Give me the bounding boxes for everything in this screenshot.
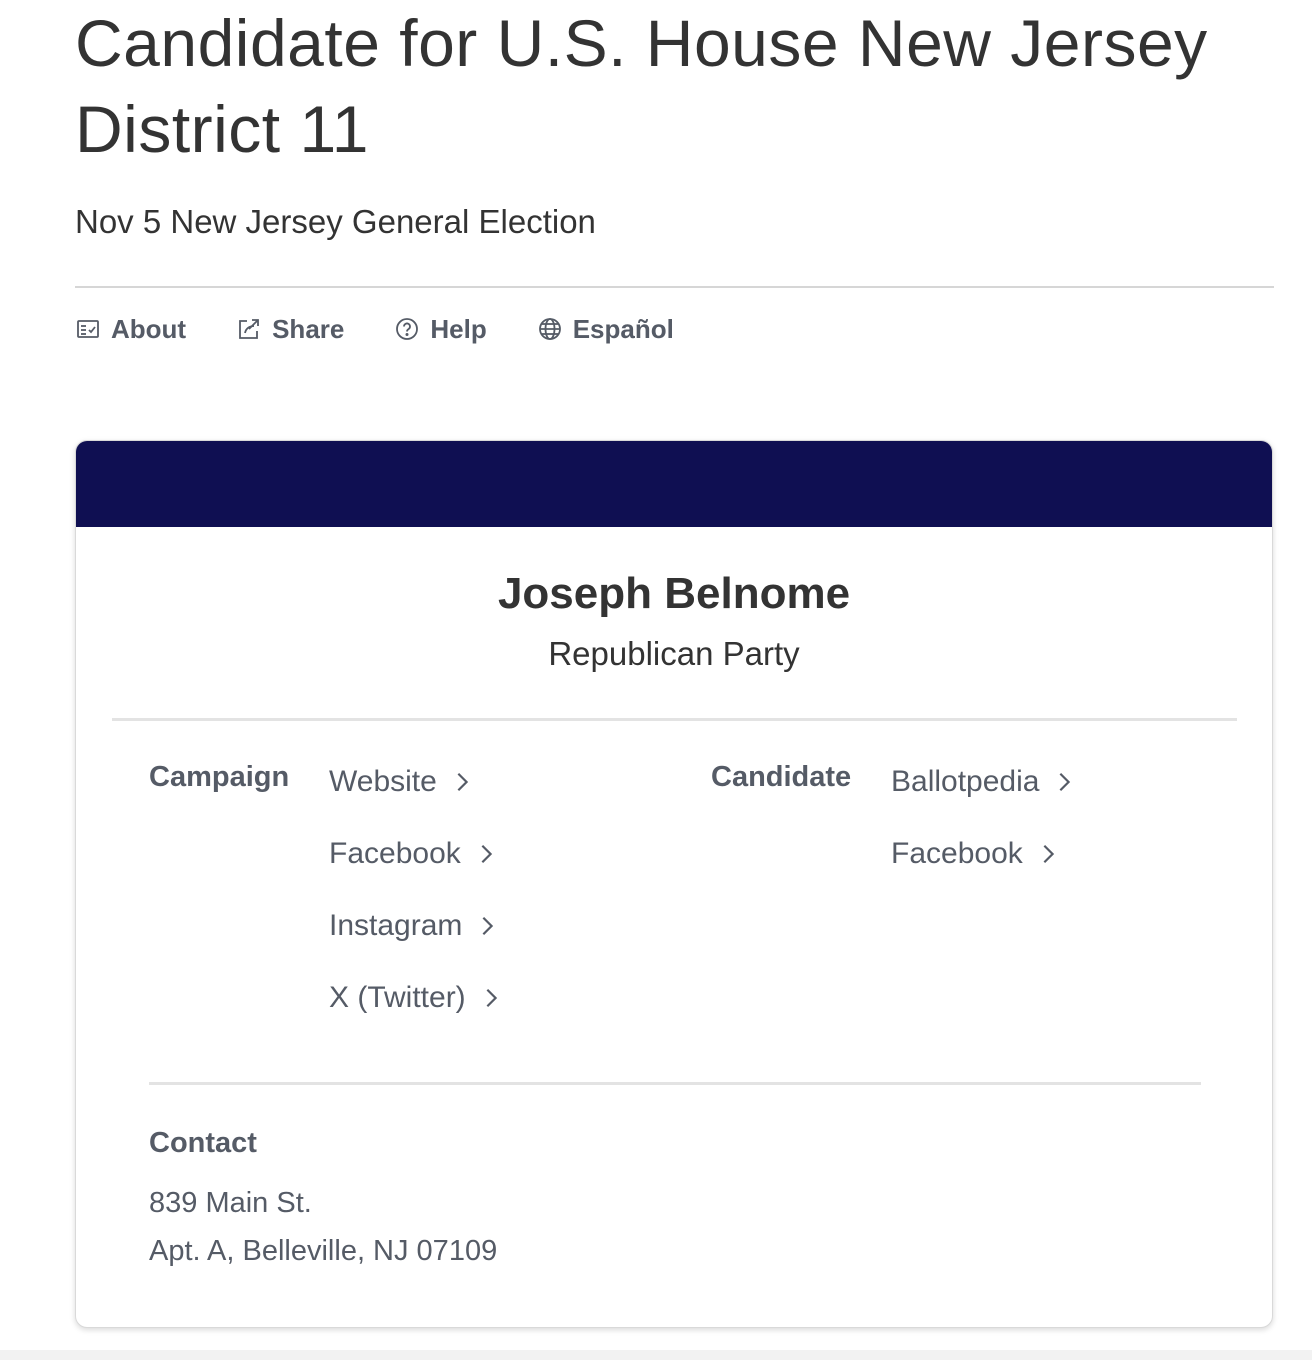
page: Candidate for U.S. House New Jersey Dist… [0,0,1312,1360]
candidate-ballotpedia-link[interactable]: Ballotpedia [891,761,1075,803]
candidate-card: Joseph Belnome Republican Party Campaign… [75,440,1273,1328]
campaign-facebook-link[interactable]: Facebook [329,833,502,875]
chevron-right-icon [480,987,502,1009]
globe-icon [537,316,563,342]
card-header [76,441,1272,527]
share-label: Share [272,313,345,344]
link-label: Instagram [329,909,463,942]
help-button[interactable]: Help [394,313,487,345]
campaign-twitter-link[interactable]: X (Twitter) [329,977,502,1019]
campaign-label: Campaign [149,761,290,793]
about-label: About [111,313,187,344]
candidate-label: Candidate [711,761,852,793]
page-title: Candidate for U.S. House New Jersey Dist… [75,6,1208,166]
divider [112,718,1237,721]
campaign-instagram-link[interactable]: Instagram [329,905,502,947]
checklist-icon [75,316,101,342]
campaign-link-list: Website Facebook Instagram X (Twitter) [329,761,502,1049]
contact-label: Contact [149,1127,257,1159]
candidate-party: Republican Party [548,635,800,672]
toolbar: About Share Help Español [75,310,724,348]
chevron-right-icon [1037,843,1059,865]
about-button[interactable]: About [75,314,186,345]
language-label: Español [572,313,674,344]
question-circle-icon [394,316,420,342]
divider [149,1082,1201,1085]
share-icon [236,316,262,342]
divider [75,286,1274,288]
link-label: Ballotpedia [891,765,1040,798]
link-label: X (Twitter) [329,981,466,1014]
page-bottom-strip [0,1350,1312,1360]
contact-address-line2: Apt. A, Belleville, NJ 07109 [149,1235,498,1267]
candidate-facebook-link[interactable]: Facebook [891,833,1075,875]
candidate-name: Joseph Belnome [497,569,851,618]
chevron-right-icon [475,843,497,865]
chevron-right-icon [451,771,473,793]
candidate-link-list: Ballotpedia Facebook [891,761,1075,905]
link-label: Website [329,765,437,798]
help-label: Help [430,313,487,344]
chevron-right-icon [476,915,498,937]
contact-address-line1: 839 Main St. [149,1187,312,1219]
page-subtitle: Nov 5 New Jersey General Election [75,203,596,240]
link-label: Facebook [329,837,461,870]
share-button[interactable]: Share [236,314,344,345]
link-label: Facebook [891,837,1023,870]
campaign-website-link[interactable]: Website [329,761,502,803]
chevron-right-icon [1053,771,1075,793]
language-button[interactable]: Español [537,314,674,345]
